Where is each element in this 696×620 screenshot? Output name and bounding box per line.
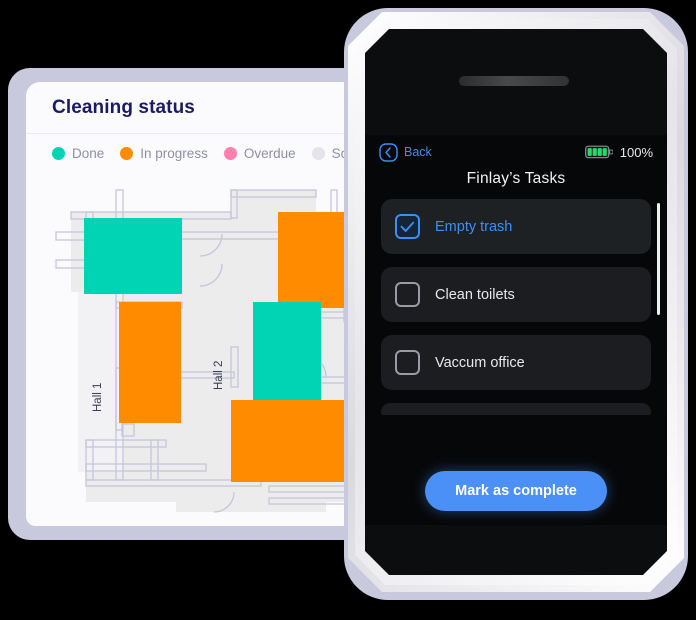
room-inprogress-2 (119, 302, 181, 423)
app-status-bar: Back 100% (365, 135, 667, 169)
task-item-vaccum-office[interactable]: Vaccum office (381, 335, 651, 390)
back-label: Back (404, 145, 432, 159)
page-title: Cleaning status (52, 96, 195, 118)
task-item-next-partial[interactable] (381, 403, 651, 415)
legend-label-in-progress: In progress (140, 145, 208, 161)
page-root: Cleaning status Done In progress Overdue (0, 0, 696, 620)
scrollbar-thumb[interactable] (657, 203, 660, 315)
phone-screen: Back 100% Finlay’s Tasks Empty trash Cle… (365, 29, 667, 575)
task-list[interactable]: Empty trash Clean toilets Vaccum office (365, 199, 667, 415)
back-arrow-icon (379, 142, 398, 162)
legend-dot-in-progress (120, 146, 134, 160)
task-label: Empty trash (435, 218, 513, 235)
room-done-1 (84, 218, 182, 294)
mark-as-complete-button[interactable]: Mark as complete (425, 471, 607, 511)
checkbox-checked-icon[interactable] (395, 214, 420, 239)
legend-label-overdue: Overdue (243, 145, 296, 161)
legend-dot-overdue (223, 146, 237, 160)
legend-dot-scheduled (311, 146, 325, 160)
legend-item-overdue[interactable]: Overdue (223, 145, 296, 161)
task-item-empty-trash[interactable]: Empty trash (381, 199, 651, 254)
room-done-2 (253, 302, 321, 407)
task-label: Vaccum office (435, 354, 525, 371)
checkbox-icon[interactable] (395, 350, 420, 375)
task-item-clean-toilets[interactable]: Clean toilets (381, 267, 651, 322)
tasks-app: Back 100% Finlay’s Tasks Empty trash Cle… (365, 135, 667, 525)
legend-item-in-progress[interactable]: In progress (120, 146, 208, 161)
hall-2-label: Hall 2 (213, 361, 225, 390)
back-button[interactable]: Back (379, 142, 432, 162)
battery-status: 100% (584, 144, 653, 160)
cta-container: Mark as complete (365, 471, 667, 511)
task-label: Clean toilets (435, 286, 515, 303)
room-inprogress-3 (231, 400, 361, 482)
legend-label-done: Done (72, 145, 105, 161)
checkmark-icon (400, 221, 415, 232)
legend-dot-done (52, 146, 65, 160)
list-scrollbar[interactable] (657, 203, 660, 411)
battery-percent: 100% (619, 144, 653, 160)
hall-1-label: Hall 1 (92, 383, 104, 412)
app-title: Finlay’s Tasks (466, 170, 566, 187)
battery-icon (584, 145, 613, 159)
earpiece-speaker (459, 76, 569, 86)
legend-item-done[interactable]: Done (52, 146, 104, 161)
checkbox-icon[interactable] (395, 282, 420, 307)
